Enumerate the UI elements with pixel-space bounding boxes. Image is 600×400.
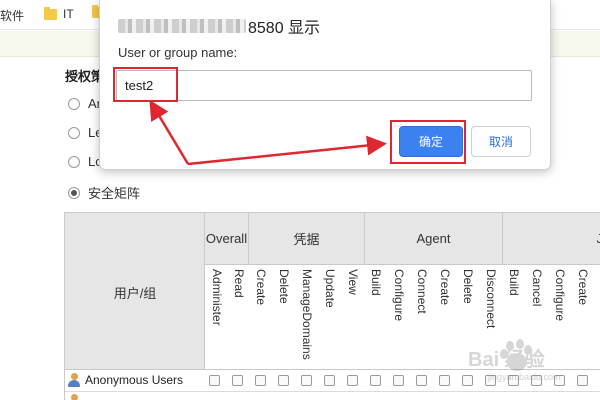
- annotation-arrows: [149, 99, 387, 166]
- arrow-to-input: [149, 99, 190, 165]
- arrow-to-ok: [187, 135, 387, 166]
